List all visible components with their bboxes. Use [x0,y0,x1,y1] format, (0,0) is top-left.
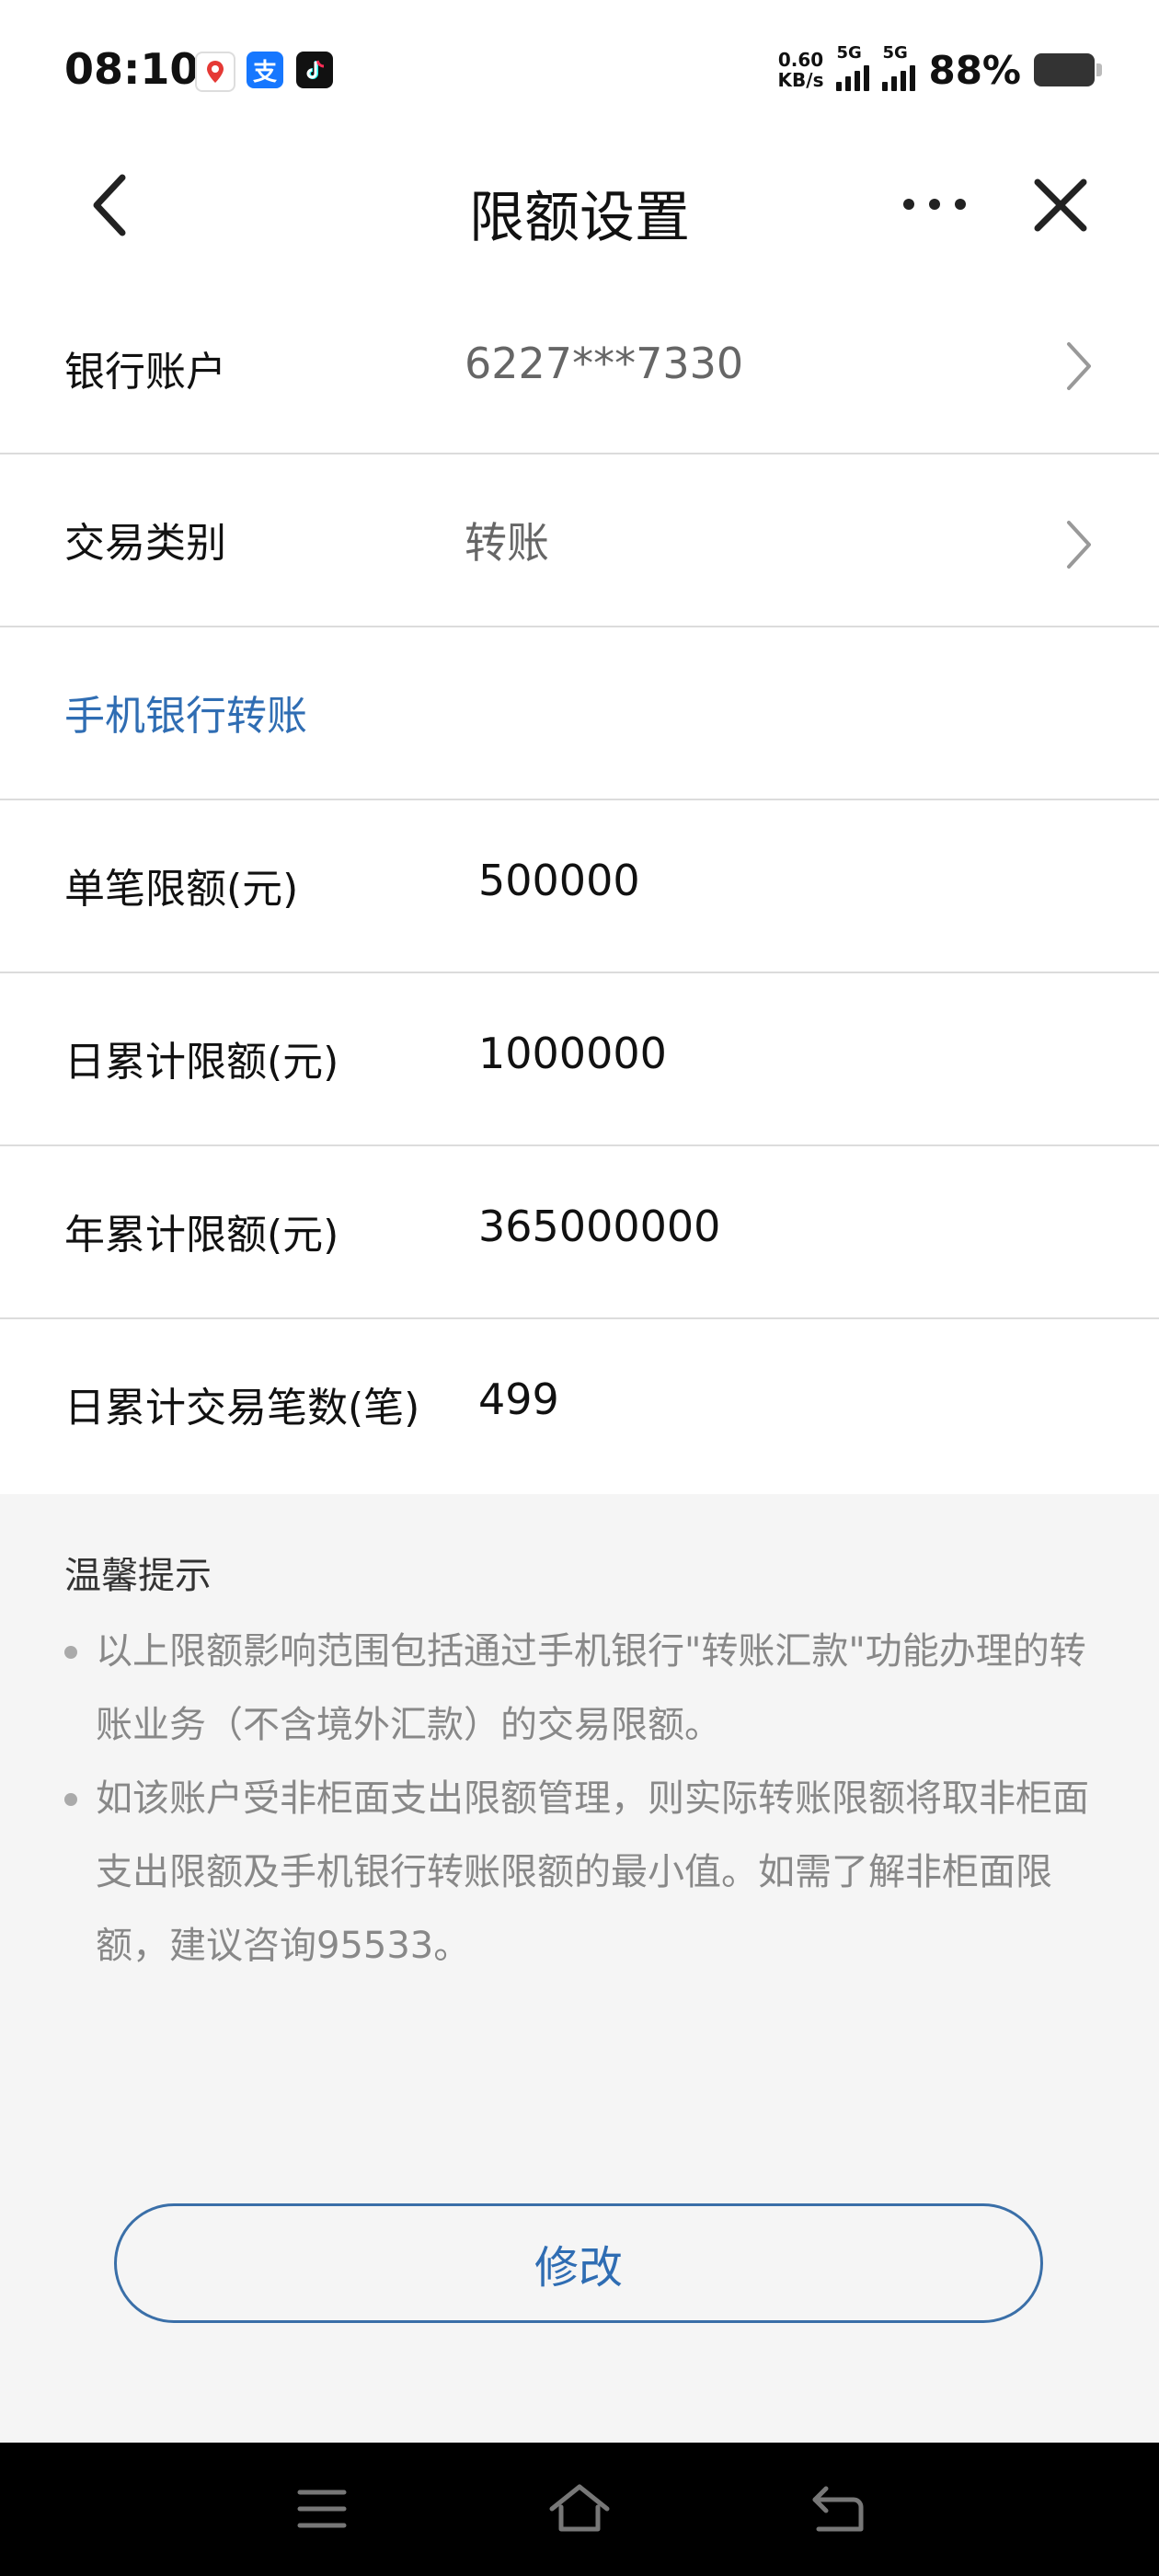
daily-limit-row: 日累计限额(元) 1000000 [0,973,1159,1146]
system-nav-bar [0,2443,1159,2576]
category-value: 转账 [465,518,549,568]
page-title: 限额设置 [469,186,690,250]
daily-limit-label: 日累计限额(元) [64,1039,339,1086]
tip-item: 如该账户受非柜面支出限额管理，则实际转账限额将取非柜面支出限额及手机银行转账限额… [64,1762,1104,1983]
modify-button[interactable]: 修改 [114,2203,1043,2323]
tip-text: 如该账户受非柜面支出限额管理，则实际转账限额将取非柜面支出限额及手机银行转账限额… [96,1777,1089,1967]
account-value: 6227***7330 [465,339,744,388]
back-icon[interactable] [87,170,133,240]
status-indicators: 0.60 KB/s 5G 5G 88% [777,42,1102,98]
daily-count-label: 日累计交易笔数(笔) [64,1385,420,1432]
status-bar: 08:10 支 0.60 KB/s 5G 5G 88% [0,0,1159,138]
daily-count-value: 499 [478,1374,559,1424]
tip-text: 以上限额影响范围包括通过手机银行"转账汇款"功能办理的转账业务（不含境外汇款）的… [96,1630,1086,1746]
alipay-icon: 支 [247,52,283,88]
tips-title: 温馨提示 [64,1555,212,1597]
home-icon[interactable] [548,2483,611,2535]
maps-icon [195,52,235,92]
single-limit-row: 单笔限额(元) 500000 [0,800,1159,973]
category-label: 交易类别 [64,520,226,567]
menu-icon[interactable] [296,2483,348,2535]
signal-icon-2: 5G [882,43,916,91]
net-speed: 0.60 KB/s [777,49,824,91]
section-title: 手机银行转账 [64,693,307,740]
section-row: 手机银行转账 [0,627,1159,800]
alipay-glyph: 支 [252,58,277,86]
yearly-limit-row: 年累计限额(元) 365000000 [0,1146,1159,1319]
account-row[interactable]: 银行账户 6227***7330 [0,276,1159,454]
chevron-right-icon [1067,521,1091,569]
status-time: 08:10 [64,44,200,94]
settings-list: 银行账户 6227***7330 交易类别 转账 手机银行转账 单笔限额(元) … [0,276,1159,1494]
bullet-icon [64,1793,77,1806]
category-row[interactable]: 交易类别 转账 [0,454,1159,627]
tip-item: 以上限额影响范围包括通过手机银行"转账汇款"功能办理的转账业务（不含境外汇款）的… [64,1615,1104,1762]
battery-percent: 88% [928,47,1021,93]
back-nav-icon[interactable] [809,2483,866,2535]
tiktok-icon [296,52,333,88]
battery-icon [1034,53,1102,86]
header: 限额设置 [0,138,1159,276]
single-limit-value: 500000 [478,856,640,905]
single-limit-label: 单笔限额(元) [64,866,299,913]
more-icon[interactable] [900,193,970,215]
bullet-icon [64,1646,77,1659]
daily-count-row: 日累计交易笔数(笔) 499 [0,1319,1159,1494]
yearly-limit-label: 年累计限额(元) [64,1212,339,1259]
daily-limit-value: 1000000 [478,1029,667,1078]
yearly-limit-value: 365000000 [478,1202,721,1251]
close-icon[interactable] [1030,175,1091,236]
account-label: 银行账户 [64,349,226,396]
signal-icon: 5G [836,43,870,91]
chevron-right-icon [1067,342,1091,390]
